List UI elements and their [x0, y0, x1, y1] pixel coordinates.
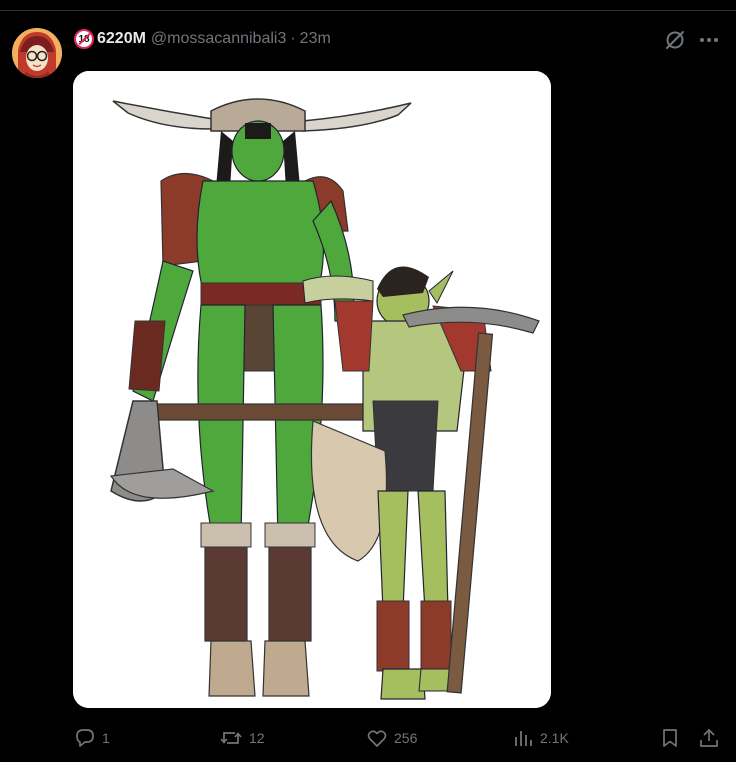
reply-count: 1	[102, 730, 110, 746]
separator: ·	[290, 30, 296, 47]
like-icon	[367, 730, 387, 747]
repost-button[interactable]: 12	[219, 724, 265, 752]
share-icon	[700, 728, 718, 747]
reply-icon	[76, 729, 94, 747]
age-restricted-icon: 18	[74, 29, 94, 49]
post-image[interactable]	[73, 71, 551, 708]
grok-icon[interactable]	[664, 29, 686, 51]
like-button[interactable]: 256	[366, 724, 417, 752]
action-bar: 1 12 256 2.1K	[74, 724, 724, 752]
more-icon[interactable]	[698, 29, 720, 51]
like-count: 256	[394, 730, 418, 746]
handle[interactable]: @mossacannibali3	[151, 30, 286, 48]
bookmark-icon	[663, 729, 677, 747]
repost-count: 12	[249, 730, 265, 746]
avatar[interactable]	[12, 28, 62, 78]
top-divider	[0, 10, 736, 11]
display-name[interactable]: 6220M	[97, 30, 146, 48]
view-count: 2.1K	[540, 730, 569, 746]
post-header: 18 6220M @mossacannibali3 · 23m	[74, 28, 331, 50]
reply-button[interactable]: 1	[74, 724, 110, 752]
post-time[interactable]: 23m	[300, 30, 331, 48]
repost-icon	[220, 732, 242, 744]
views-button[interactable]: 2.1K	[512, 724, 569, 752]
bookmark-button[interactable]	[659, 724, 687, 752]
share-button[interactable]	[698, 724, 726, 752]
views-icon	[515, 731, 532, 746]
